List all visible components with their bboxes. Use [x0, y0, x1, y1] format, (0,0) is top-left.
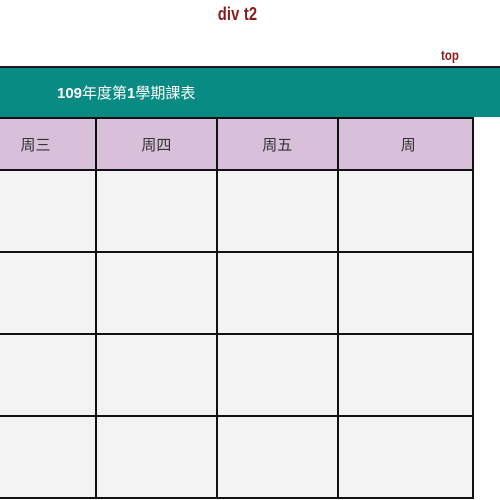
day-header-next: 周: [336, 117, 475, 171]
div-label: div t2: [217, 4, 258, 24]
schedule-title: 109年度第1學期課表: [57, 82, 195, 103]
day-header-row: 周三 周四 周五 周: [0, 117, 475, 171]
day-header-fri: 周五: [215, 117, 339, 171]
day-header-thu: 周四: [94, 117, 218, 171]
schedule-cell[interactable]: [94, 169, 218, 253]
schedule-cell[interactable]: [94, 333, 218, 417]
schedule-cell[interactable]: [0, 169, 97, 253]
page: div t2 top 109年度第1學期課表 周三 周四 周五 周: [0, 0, 500, 500]
schedule-cell[interactable]: [0, 251, 97, 335]
schedule-cell[interactable]: [94, 415, 218, 499]
schedule-cell[interactable]: [215, 169, 339, 253]
schedule-cell[interactable]: [336, 251, 475, 335]
schedule-cell[interactable]: [336, 415, 475, 499]
schedule-cell[interactable]: [215, 251, 339, 335]
table-row: [0, 169, 475, 253]
schedule-cell[interactable]: [0, 333, 97, 417]
table-row: [0, 415, 475, 499]
top-link[interactable]: top: [441, 47, 459, 63]
schedule-cell[interactable]: [336, 333, 475, 417]
schedule-cell[interactable]: [336, 169, 475, 253]
title-part1: 年度第: [82, 84, 128, 102]
title-year: 109: [57, 85, 83, 102]
schedule-cell[interactable]: [94, 251, 218, 335]
table-row: [0, 333, 475, 417]
table-row: [0, 251, 475, 335]
day-header-wed: 周三: [0, 117, 97, 171]
schedule-table: 周三 周四 周五 周: [0, 117, 475, 499]
title-bar: 109年度第1學期課表: [0, 66, 500, 117]
schedule-cell[interactable]: [215, 415, 339, 499]
schedule-cell[interactable]: [215, 333, 339, 417]
title-part2: 學期課表: [135, 84, 196, 102]
schedule-cell[interactable]: [0, 415, 97, 499]
